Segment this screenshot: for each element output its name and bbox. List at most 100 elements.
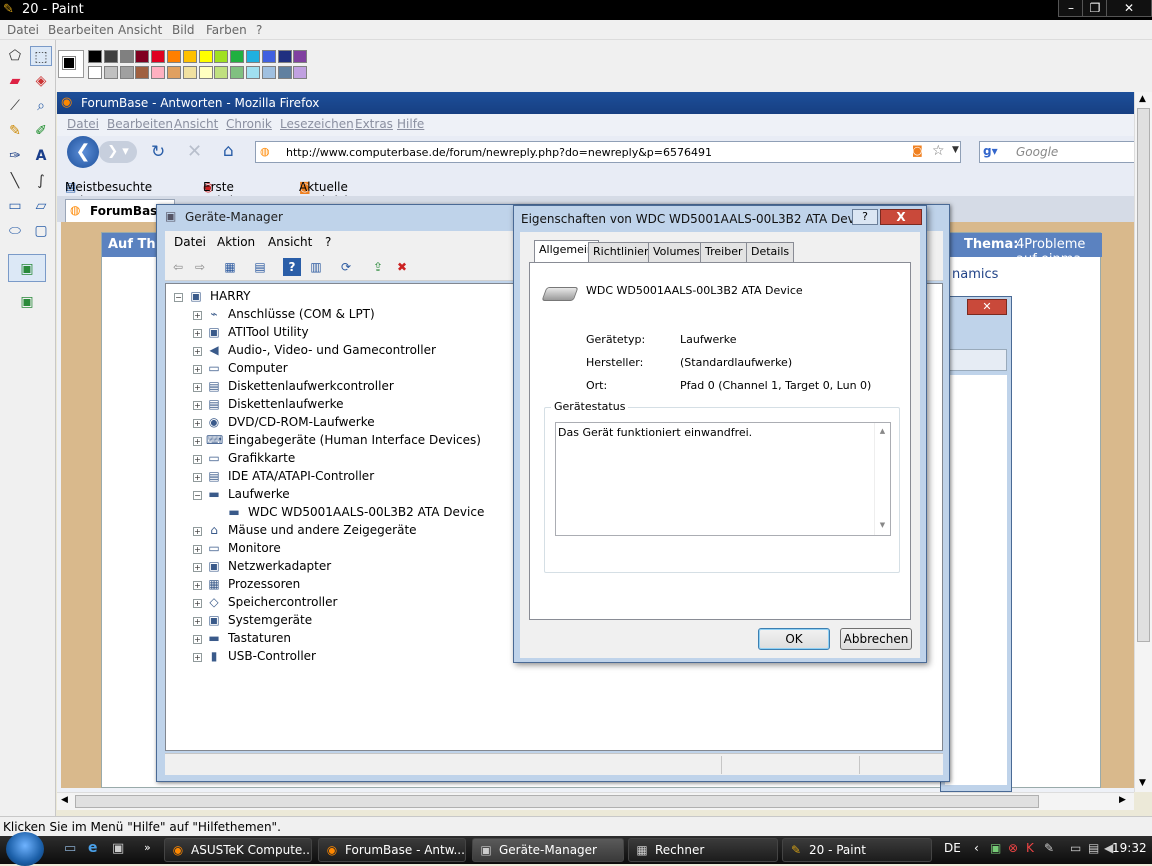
eraser-icon[interactable]: ▰	[4, 71, 26, 91]
status-scrollbar[interactable]: ▲ ▼	[874, 423, 890, 535]
tree-category-item[interactable]: Diskettenlaufwerkcontroller	[228, 379, 394, 393]
transparent-option-icon[interactable]: ▣	[8, 288, 46, 316]
tree-category-item[interactable]: Computer	[228, 361, 288, 375]
reload-icon[interactable]: ↻	[151, 142, 165, 162]
menu-bild[interactable]: Bild	[172, 23, 195, 37]
palette-color-swatch[interactable]	[88, 66, 102, 79]
scroll-up-icon[interactable]: ▲	[1139, 94, 1146, 104]
forward-arrow-icon[interactable]: ⇨	[191, 258, 209, 276]
expand-node-icon[interactable]: +	[193, 437, 202, 446]
tree-view-icon[interactable]: ▦	[221, 258, 239, 276]
tree-category-item[interactable]: DVD/CD-ROM-Laufwerke	[228, 415, 375, 429]
rect-select-icon[interactable]: ⬚	[30, 46, 52, 66]
rss-icon[interactable]: ◙	[912, 144, 923, 157]
magnifier-icon[interactable]: ⌕	[30, 96, 52, 116]
scroll-up-icon[interactable]: ▲	[875, 427, 890, 435]
fill-icon[interactable]: ◈	[30, 71, 52, 91]
search-box[interactable]: g▾ Google	[979, 141, 1139, 163]
bookmark-star-icon[interactable]: ☆	[932, 143, 945, 159]
palette-color-swatch[interactable]	[261, 50, 276, 63]
tree-category-item[interactable]: Tastaturen	[228, 631, 291, 645]
device-status-textbox[interactable]: Das Gerät funktioniert einwandfrei. ▲ ▼	[555, 422, 891, 536]
menu-datei[interactable]: Datei	[7, 23, 39, 37]
expand-node-icon[interactable]: +	[193, 617, 202, 626]
minimize-button[interactable]: –	[1058, 0, 1084, 17]
polygon-icon[interactable]: ▱	[30, 196, 52, 216]
expand-node-icon[interactable]: +	[193, 545, 202, 554]
properties-icon[interactable]: ▤	[251, 258, 269, 276]
tray-antivirus-icon[interactable]: K	[1026, 841, 1034, 855]
ie-icon[interactable]: e	[88, 840, 98, 856]
palette-color-swatch[interactable]	[103, 66, 118, 79]
palette-color-swatch[interactable]	[214, 50, 229, 63]
expand-node-icon[interactable]: +	[193, 581, 202, 590]
scan-hardware-icon[interactable]: ⟳	[337, 258, 355, 276]
h-scroll-thumb[interactable]	[75, 795, 1039, 808]
tree-category-item[interactable]: Eingabegeräte (Human Interface Devices)	[228, 433, 481, 447]
palette-color-swatch[interactable]	[151, 66, 166, 79]
line-icon[interactable]: ╲	[4, 171, 26, 191]
dm-menu-datei[interactable]: Datei	[174, 235, 206, 249]
scroll-left-icon[interactable]: ◀	[61, 795, 68, 805]
clock[interactable]: 19:32	[1112, 841, 1147, 855]
expand-node-icon[interactable]: +	[193, 401, 202, 410]
tray-network-icon[interactable]: ▣	[990, 841, 1001, 855]
palette-color-swatch[interactable]	[230, 66, 245, 79]
task-rechner[interactable]: ▦ Rechner	[628, 838, 778, 862]
dm-menu-help[interactable]: ?	[325, 235, 331, 249]
dm-menu-aktion[interactable]: Aktion	[217, 235, 255, 249]
palette-color-swatch[interactable]	[88, 50, 102, 63]
paint-vertical-scrollbar[interactable]: ▲ ▼	[1134, 92, 1152, 792]
ff-menu-chronik[interactable]: Chronik	[226, 117, 272, 131]
palette-color-swatch[interactable]	[135, 66, 150, 79]
ok-button[interactable]: OK	[758, 628, 830, 650]
tree-category-item[interactable]: Grafikkarte	[228, 451, 295, 465]
opaque-option-icon[interactable]: ▣	[8, 254, 46, 282]
expand-node-icon[interactable]: +	[193, 419, 202, 428]
scroll-down-icon[interactable]: ▼	[875, 521, 890, 529]
tray-security-icon[interactable]: ⊗	[1008, 841, 1018, 855]
expand-node-icon[interactable]: +	[193, 635, 202, 644]
calc-close-button[interactable]: ✕	[967, 299, 1007, 315]
tree-category-item[interactable]: Monitore	[228, 541, 281, 555]
expand-node-icon[interactable]: +	[193, 455, 202, 464]
curve-icon[interactable]: ∫	[30, 171, 52, 191]
tree-category-item[interactable]: Diskettenlaufwerke	[228, 397, 343, 411]
tray-expand-icon[interactable]: ‹	[974, 841, 979, 855]
ff-menu-ansicht[interactable]: Ansicht	[174, 117, 218, 131]
expand-node-icon[interactable]: +	[193, 383, 202, 392]
close-button[interactable]: X	[880, 209, 922, 225]
back-button[interactable]: ❮	[67, 136, 99, 168]
palette-color-swatch[interactable]	[293, 66, 308, 79]
menu-bearbeiten[interactable]: Bearbeiten	[48, 23, 114, 37]
tree-category-item[interactable]: IDE ATA/ATAPI-Controller	[228, 469, 374, 483]
expand-node-icon[interactable]: +	[193, 473, 202, 482]
task-asustek[interactable]: ◉ ASUSTeK Compute...	[164, 838, 312, 862]
tray-monitor-icon[interactable]: ▭	[1070, 841, 1081, 855]
tab-richtlinien[interactable]: Richtlinien	[588, 242, 656, 262]
ff-menu-bearbeiten[interactable]: Bearbeiten	[107, 117, 173, 131]
expand-node-icon[interactable]: +	[193, 329, 202, 338]
palette-color-swatch[interactable]	[261, 66, 276, 79]
tree-category-item[interactable]: Mäuse und andere Zeigegeräte	[228, 523, 417, 537]
palette-color-swatch[interactable]	[198, 66, 213, 79]
menu-ansicht[interactable]: Ansicht	[118, 23, 162, 37]
expand-node-icon[interactable]: +	[193, 365, 202, 374]
tree-category-item[interactable]: Netzwerkadapter	[228, 559, 331, 573]
maximize-button[interactable]: ❐	[1082, 0, 1108, 17]
tree-category-item[interactable]: Anschlüsse (COM & LPT)	[228, 307, 375, 321]
palette-color-swatch[interactable]	[182, 50, 197, 63]
uninstall-icon[interactable]: ✖	[393, 258, 411, 276]
expand-node-icon[interactable]: +	[193, 347, 202, 356]
rounded-rect-icon[interactable]: ▢	[30, 221, 52, 241]
help-icon[interactable]: ?	[283, 258, 301, 276]
palette-color-swatch[interactable]	[182, 66, 197, 79]
tab-details[interactable]: Details	[746, 242, 795, 262]
airbrush-icon[interactable]: ✑	[4, 146, 26, 166]
brush-icon[interactable]: ✐	[30, 121, 52, 141]
tree-category-item[interactable]: Audio-, Video- und Gamecontroller	[228, 343, 436, 357]
ff-menu-datei[interactable]: Datei	[67, 117, 99, 131]
cancel-button[interactable]: Abbrechen	[840, 628, 912, 650]
stop-icon[interactable]: ✕	[187, 141, 202, 162]
palette-color-swatch[interactable]	[230, 50, 245, 63]
